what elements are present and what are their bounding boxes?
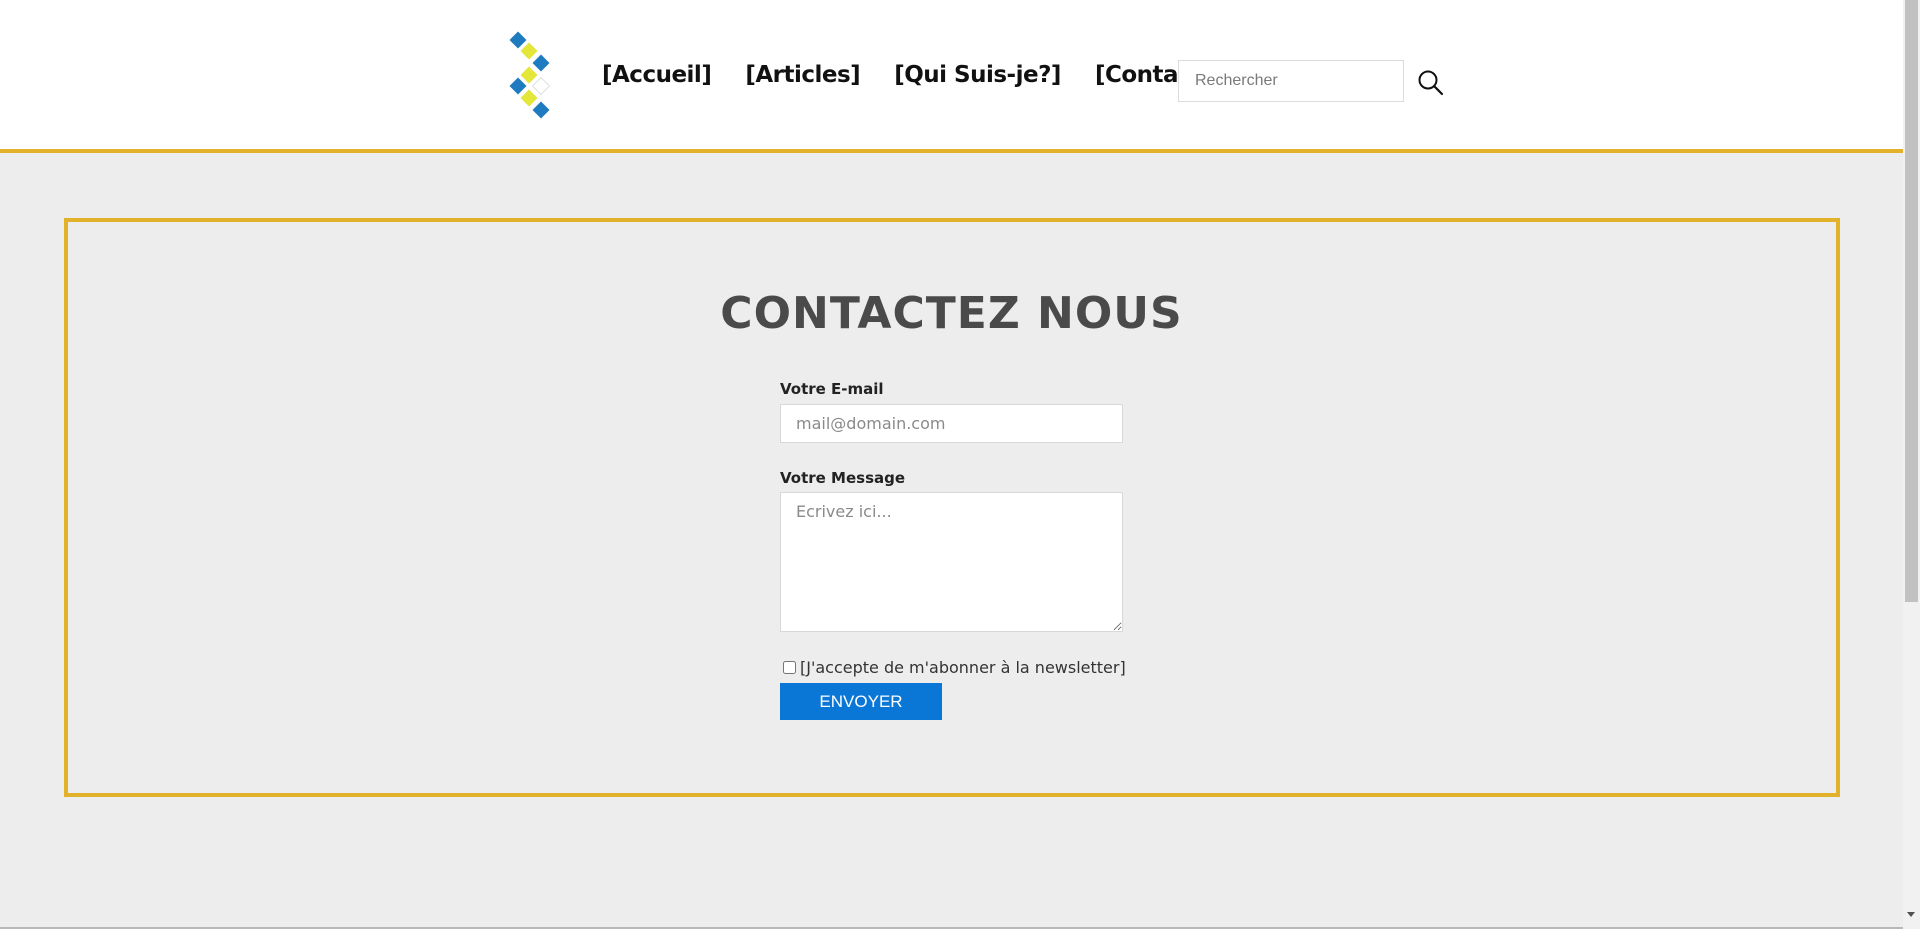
page: [Accueil] [Articles] [Qui Suis-je?] [Con…: [0, 0, 1920, 929]
message-field[interactable]: [780, 492, 1123, 632]
site-header: [Accueil] [Articles] [Qui Suis-je?] [Con…: [0, 0, 1903, 153]
email-field[interactable]: [780, 404, 1123, 443]
vertical-scrollbar[interactable]: [1903, 0, 1920, 929]
scrollbar-thumb[interactable]: [1905, 0, 1918, 602]
newsletter-checkbox[interactable]: [783, 661, 796, 674]
page-title: CONTACTEZ NOUS: [720, 288, 1183, 339]
scroll-down-arrow-icon[interactable]: [1907, 912, 1915, 917]
nav-qui-suis-je[interactable]: [Qui Suis-je?]: [894, 62, 1061, 88]
site-logo[interactable]: [508, 28, 568, 124]
nav-articles[interactable]: [Articles]: [745, 62, 860, 88]
email-label: Votre E-mail: [780, 380, 884, 398]
diamond-chevron-logo-icon: [509, 31, 551, 119]
message-label: Votre Message: [780, 469, 906, 487]
search-button[interactable]: [1416, 68, 1446, 98]
search-input[interactable]: [1178, 60, 1404, 102]
main-nav: [Accueil] [Articles] [Qui Suis-je?] [Con…: [602, 62, 1212, 88]
send-button[interactable]: ENVOYER: [780, 683, 942, 720]
newsletter-option[interactable]: [J'accepte de m'abonner à la newsletter]: [783, 658, 1126, 677]
nav-accueil[interactable]: [Accueil]: [602, 62, 712, 88]
newsletter-label: [J'accepte de m'abonner à la newsletter]: [800, 658, 1126, 677]
search-icon: [1418, 70, 1444, 96]
